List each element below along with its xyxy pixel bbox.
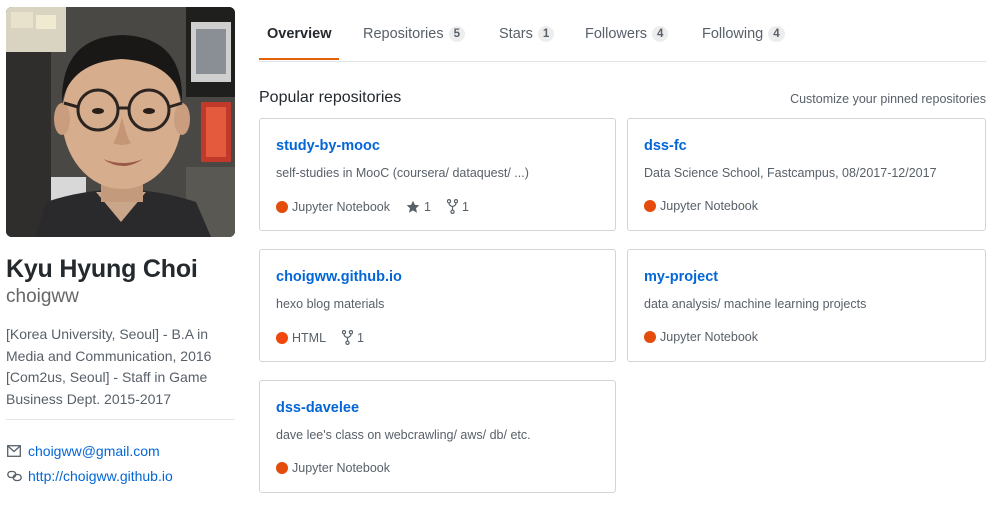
repo-card: dss-fc Data Science School, Fastcampus, … [627, 118, 986, 231]
repo-card: dss-davelee dave lee's class on webcrawl… [259, 380, 616, 493]
website-link[interactable]: http://choigww.github.io [28, 468, 173, 484]
tab-stars[interactable]: Stars 1 [499, 26, 555, 42]
tab-count: 5 [448, 26, 465, 42]
repo-name-link[interactable]: dss-davelee [276, 400, 359, 416]
tab-repositories[interactable]: Repositories 5 [363, 26, 465, 42]
tab-count: 4 [768, 26, 785, 42]
repo-meta: Jupyter Notebook [276, 461, 390, 475]
bio-line: Business Dept. 2015-2017 [6, 390, 171, 407]
repo-language: Jupyter Notebook [292, 461, 390, 475]
tab-label: Overview [267, 26, 332, 42]
bio-line: Media and Communication, 2016 [6, 347, 212, 364]
repo-card: study-by-mooc self-studies in MooC (cour… [259, 118, 616, 231]
language-color-dot [276, 462, 288, 474]
profile-fullname: Kyu Hyung Choi [6, 255, 198, 283]
repo-stars[interactable]: 1 [406, 200, 431, 214]
selected-tab-underline [259, 58, 339, 60]
star-icon [406, 200, 420, 213]
language-color-dot [276, 331, 288, 344]
popular-repos-heading: Popular repositories [259, 89, 402, 106]
repo-description: hexo blog materials [276, 297, 385, 311]
language-color-dot [644, 200, 656, 212]
fork-count: 1 [461, 199, 469, 214]
bio-line: [Com2us, Seoul] - Staff in Game [6, 369, 208, 385]
link-icon [6, 468, 22, 484]
repo-name-link[interactable]: dss-fc [644, 138, 687, 154]
repo-name-link[interactable]: choigww.github.io [276, 269, 402, 285]
repo-card: choigww.github.io hexo blog materials HT… [259, 249, 616, 362]
repo-description: data analysis/ machine learning projects [644, 297, 867, 311]
profile-username: choigww [6, 286, 79, 307]
repo-card: my-project data analysis/ machine learni… [627, 249, 986, 362]
mail-icon [6, 443, 22, 459]
language-color-dot [276, 200, 288, 213]
fork-count: 1 [357, 330, 364, 345]
fork-icon [342, 330, 354, 345]
repo-meta: Jupyter Notebook [644, 199, 758, 213]
repo-description: self-studies in MooC (coursera/ dataques… [276, 166, 529, 180]
tab-label: Following [702, 26, 764, 42]
repo-name-link[interactable]: my-project [644, 269, 718, 285]
sidebar-divider [6, 419, 235, 420]
repo-language: Jupyter Notebook [660, 330, 758, 344]
repo-forks[interactable]: 1 [446, 199, 469, 214]
tab-label: Followers [585, 26, 648, 42]
fork-icon [446, 199, 458, 214]
profile-avatar[interactable] [6, 7, 235, 237]
repo-meta: Jupyter Notebook 1 1 [276, 199, 469, 214]
repo-forks[interactable]: 1 [342, 330, 364, 345]
bio-line: [Korea University, Seoul] - B.A in [6, 326, 209, 342]
tab-overview[interactable]: Overview [267, 26, 332, 42]
tab-label: Repositories [363, 26, 444, 42]
customize-pins-link[interactable]: Customize your pinned repositories [790, 92, 986, 106]
vcard-website: http://choigww.github.io [6, 468, 173, 484]
language-color-dot [644, 331, 656, 343]
tab-count: 4 [652, 26, 669, 42]
repo-meta: HTML 1 [276, 330, 364, 345]
tab-followers[interactable]: Followers 4 [585, 26, 669, 42]
tab-label: Stars [499, 26, 533, 42]
tab-following[interactable]: Following 4 [702, 26, 785, 42]
email-link[interactable]: choigww@gmail.com [28, 443, 160, 459]
repo-name-link[interactable]: study-by-mooc [276, 138, 380, 154]
repo-description: dave lee's class on webcrawling/ aws/ db… [276, 428, 531, 442]
profile-tabs: Overview Repositories 5 Stars 1 Follower… [259, 0, 986, 62]
repo-language: Jupyter Notebook [292, 199, 390, 214]
repo-language: Jupyter Notebook [660, 199, 758, 213]
repo-language: HTML [292, 330, 327, 345]
profile-bio: [Korea University, Seoul] - B.A in Media… [6, 324, 238, 410]
tab-count: 1 [537, 26, 555, 42]
vcard-email: choigww@gmail.com [6, 443, 160, 459]
repo-meta: Jupyter Notebook [644, 330, 758, 344]
star-count: 1 [423, 199, 431, 214]
repo-description: Data Science School, Fastcampus, 08/2017… [644, 166, 937, 180]
